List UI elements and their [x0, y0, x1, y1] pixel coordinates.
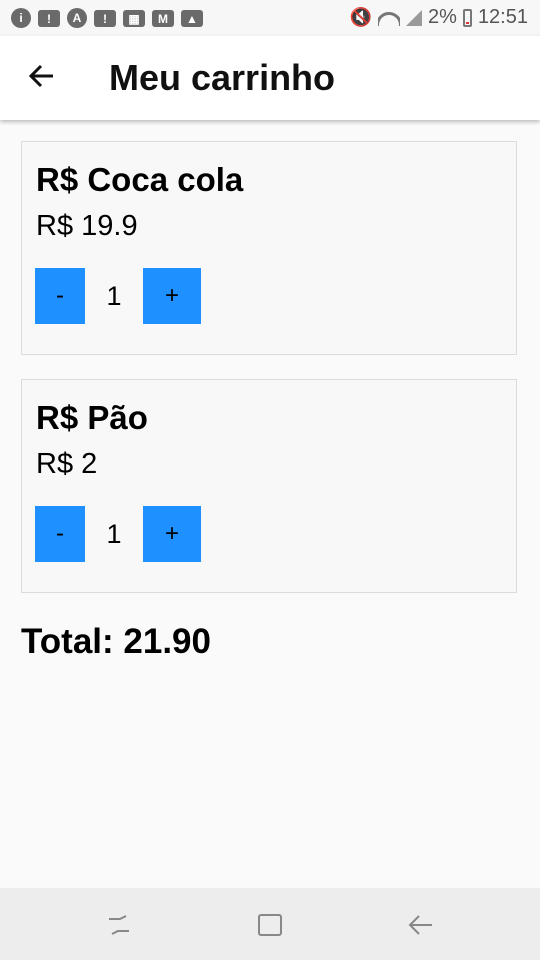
increase-quantity-button[interactable]: + — [143, 506, 201, 562]
item-quantity: 1 — [106, 518, 122, 549]
clock: 12:51 — [477, 6, 528, 28]
app-bar: Meu carrinho — [0, 36, 540, 120]
cart-total: Total: 21.90 — [21, 622, 211, 661]
badge-icon: i — [11, 8, 31, 28]
recent-apps-icon[interactable] — [106, 912, 132, 938]
back-nav-icon[interactable] — [406, 912, 434, 938]
wifi-icon — [378, 10, 401, 26]
decrease-quantity-button[interactable]: - — [35, 268, 85, 324]
cart-item-card: R$ Pão R$ 2 - 1 + — [21, 379, 517, 593]
alert-icon: ! — [94, 10, 116, 27]
cart-item-card: R$ Coca cola R$ 19.9 - 1 + — [21, 141, 517, 355]
mute-icon: 🔇 — [349, 7, 373, 27]
back-arrow-icon[interactable] — [27, 58, 57, 94]
page-title: Meu carrinho — [109, 57, 336, 98]
home-icon[interactable] — [258, 914, 282, 936]
status-bar: i ! A ! ▦ M ▲ 🔇 2% 12:51 — [0, 0, 540, 36]
battery-icon — [462, 8, 472, 27]
notification-icons: i ! A ! ▦ M ▲ — [11, 8, 203, 28]
status-right: 🔇 2% 12:51 — [350, 6, 528, 29]
keypad-icon: ▦ — [123, 10, 145, 27]
item-price: R$ 2 — [36, 448, 98, 480]
alert-icon: ! — [38, 10, 60, 27]
mail-icon: M — [152, 10, 174, 27]
item-price: R$ 19.9 — [36, 210, 138, 242]
decrease-quantity-button[interactable]: - — [35, 506, 85, 562]
item-name: R$ Coca cola — [36, 161, 244, 198]
app-a-icon: A — [67, 8, 87, 28]
item-name: R$ Pão — [36, 399, 148, 436]
increase-quantity-button[interactable]: + — [143, 268, 201, 324]
system-nav-bar — [0, 888, 540, 960]
image-icon: ▲ — [181, 10, 203, 27]
item-quantity: 1 — [106, 280, 122, 311]
battery-percent: 2% — [428, 6, 457, 28]
signal-icon — [406, 9, 423, 26]
